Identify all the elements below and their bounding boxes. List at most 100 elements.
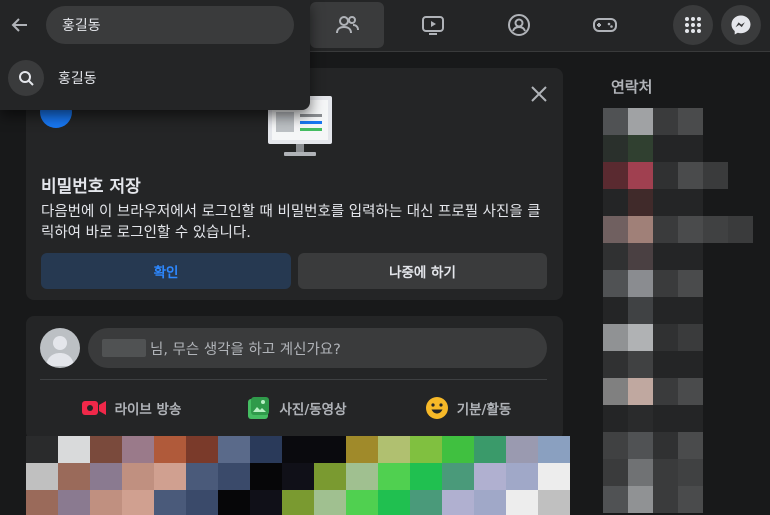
mosaic-tile [653, 459, 678, 486]
mosaic-tile [474, 463, 506, 490]
mosaic-tile [506, 436, 538, 463]
mosaic-tile [603, 135, 628, 162]
mosaic-tile [410, 463, 442, 490]
mosaic-tile [653, 216, 678, 243]
composer-prompt: 님, 무슨 생각을 하고 계신가요? [150, 341, 341, 358]
mosaic-tile [282, 490, 314, 515]
mosaic-tile [628, 216, 653, 243]
mosaic-tile [653, 270, 678, 297]
photo-video-label: 사진/동영상 [279, 402, 347, 418]
arrow-left-icon [11, 18, 27, 32]
mosaic-tile [603, 162, 628, 189]
mosaic-tile [678, 324, 703, 351]
mosaic-tile [122, 436, 154, 463]
mosaic-tile [728, 216, 753, 243]
live-video-label: 라이브 방송 [114, 402, 182, 418]
live-video-button[interactable]: 라이브 방송 [66, 388, 196, 428]
mosaic-tile [410, 436, 442, 463]
mosaic-tile [218, 463, 250, 490]
mosaic-tile [346, 463, 378, 490]
messenger-button[interactable] [721, 5, 761, 45]
save-password-title: 비밀번호 저장 [41, 177, 141, 197]
mosaic-tile [678, 243, 703, 270]
contacts-title: 연락처 [611, 78, 653, 96]
mosaic-tile [678, 108, 703, 135]
close-button[interactable] [527, 82, 551, 106]
mosaic-tile [26, 490, 58, 515]
mosaic-tile [653, 351, 678, 378]
mosaic-tile [628, 432, 653, 459]
mosaic-tile [628, 135, 653, 162]
mosaic-tile [653, 135, 678, 162]
mosaic-tile [410, 490, 442, 515]
mosaic-tile [314, 490, 346, 515]
mosaic-tile [653, 162, 678, 189]
mosaic-tile [628, 243, 653, 270]
mosaic-tile [154, 490, 186, 515]
menu-button[interactable] [673, 5, 713, 45]
mosaic-tile [26, 463, 58, 490]
mosaic-tile [653, 189, 678, 216]
mosaic-tile [250, 436, 282, 463]
mosaic-tile [603, 216, 628, 243]
mosaic-tile [678, 216, 703, 243]
mosaic-tile [506, 490, 538, 515]
mosaic-tile [186, 463, 218, 490]
gaming-icon [593, 18, 617, 32]
photo-video-icon [248, 397, 270, 419]
blurred-name [102, 339, 146, 357]
mosaic-tile [603, 378, 628, 405]
mosaic-tile [678, 405, 703, 432]
groups-tab[interactable] [482, 2, 556, 48]
photo-video-button[interactable]: 사진/동영상 [232, 388, 362, 428]
mosaic-tile [154, 436, 186, 463]
menu-grid-icon [685, 17, 701, 33]
default-avatar-icon [46, 336, 74, 366]
mosaic-tile [653, 243, 678, 270]
mosaic-tile [628, 108, 653, 135]
gaming-tab[interactable] [568, 2, 642, 48]
search-input[interactable] [46, 6, 294, 44]
later-button[interactable]: 나중에 하기 [298, 253, 547, 289]
mosaic-tile [628, 270, 653, 297]
mosaic-tile [703, 216, 728, 243]
feeling-label: 기분/활동 [456, 402, 512, 418]
contacts-list-pixelated [603, 108, 763, 515]
mosaic-tile [378, 463, 410, 490]
confirm-button[interactable]: 확인 [41, 253, 291, 289]
mosaic-tile [122, 463, 154, 490]
mosaic-tile [603, 405, 628, 432]
back-button[interactable] [6, 10, 34, 40]
mosaic-tile [90, 490, 122, 515]
post-composer: 님, 무슨 생각을 하고 계신가요? 라이브 방송 사진/동영상 기분/활동 [26, 316, 563, 440]
mosaic-tile [218, 490, 250, 515]
friends-tab[interactable] [310, 2, 384, 48]
mosaic-tile [603, 351, 628, 378]
mosaic-tile [678, 189, 703, 216]
mosaic-tile [653, 297, 678, 324]
watch-tab[interactable] [396, 2, 470, 48]
mosaic-tile [603, 297, 628, 324]
mosaic-tile [678, 270, 703, 297]
avatar[interactable] [40, 328, 80, 368]
search-suggestion[interactable]: 홍길동 [8, 58, 298, 98]
mosaic-tile [538, 436, 570, 463]
mosaic-tile [628, 486, 653, 513]
messenger-icon [731, 15, 751, 35]
save-password-description: 다음번에 이 브라우저에서 로그인할 때 비밀번호를 입력하는 대신 프로필 사… [41, 204, 541, 241]
feeling-button[interactable]: 기분/활동 [408, 388, 528, 428]
mosaic-tile [346, 436, 378, 463]
groups-icon [508, 14, 530, 36]
mosaic-tile [186, 490, 218, 515]
composer-input[interactable]: 님, 무슨 생각을 하고 계신가요? [88, 328, 547, 368]
mosaic-tile [346, 490, 378, 515]
mosaic-tile [678, 378, 703, 405]
mosaic-tile [122, 490, 154, 515]
mosaic-tile [628, 459, 653, 486]
mosaic-tile [442, 463, 474, 490]
mosaic-tile [282, 436, 314, 463]
mosaic-tile [58, 490, 90, 515]
search-icon [8, 60, 44, 96]
mosaic-tile [678, 432, 703, 459]
mosaic-tile [678, 162, 703, 189]
